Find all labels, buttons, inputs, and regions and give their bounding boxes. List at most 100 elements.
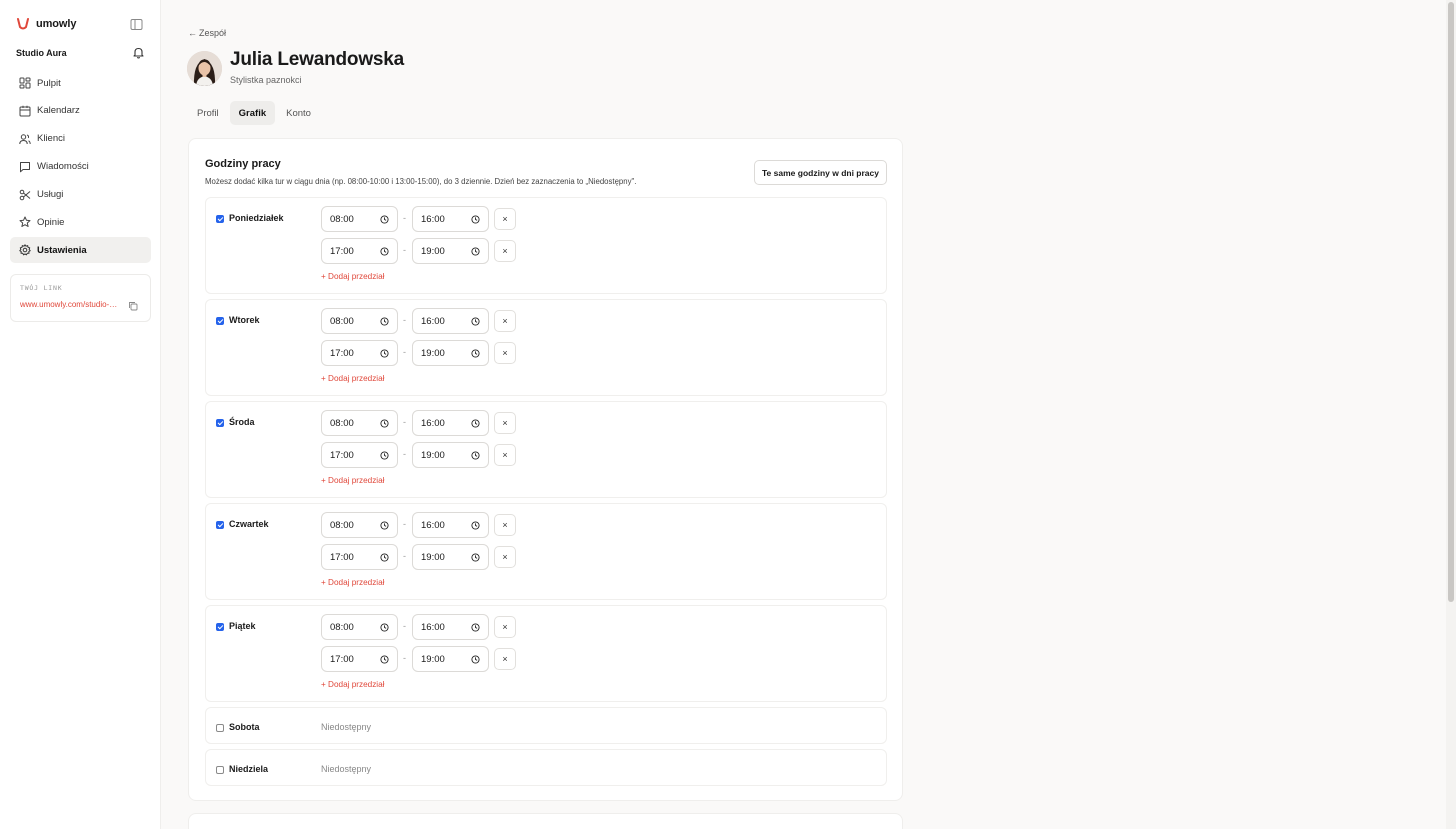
- time-value: 19:00: [421, 653, 445, 665]
- day-name: Niedziela: [229, 764, 269, 774]
- time-to-input[interactable]: 19:00: [412, 442, 489, 468]
- sidebar-item-ustawienia[interactable]: Ustawienia: [10, 237, 151, 264]
- clock-icon: [471, 451, 480, 460]
- time-value: 17:00: [330, 551, 354, 563]
- time-from-input[interactable]: 17:00: [321, 238, 398, 264]
- time-from-input[interactable]: 08:00: [321, 206, 398, 232]
- remove-range-button[interactable]: ×: [494, 616, 516, 638]
- back-link[interactable]: ← Zespół: [188, 28, 226, 38]
- remove-range-button[interactable]: ×: [494, 240, 516, 262]
- clock-icon: [380, 419, 389, 428]
- time-to-input[interactable]: 19:00: [412, 544, 489, 570]
- add-range-link[interactable]: + Dodaj przedział: [321, 272, 385, 281]
- day-checkbox[interactable]: [216, 724, 224, 732]
- day-checkbox[interactable]: [216, 215, 224, 223]
- range-separator: -: [403, 653, 406, 663]
- time-value: 16:00: [421, 621, 445, 633]
- share-link-url[interactable]: www.umowly.com/studio-aura: [20, 300, 120, 309]
- time-value: 19:00: [421, 551, 445, 563]
- range-separator: -: [403, 621, 406, 631]
- time-value: 19:00: [421, 245, 445, 257]
- day-checkbox[interactable]: [216, 521, 224, 529]
- range-separator: -: [403, 551, 406, 561]
- clock-icon: [380, 553, 389, 562]
- clock-icon: [380, 317, 389, 326]
- sidebar-item-label: Kalendarz: [37, 105, 80, 117]
- day-name: Środa: [229, 417, 255, 427]
- clock-icon: [471, 215, 480, 224]
- time-from-input[interactable]: 17:00: [321, 544, 398, 570]
- add-range-link[interactable]: + Dodaj przedział: [321, 476, 385, 485]
- time-to-input[interactable]: 19:00: [412, 238, 489, 264]
- range-separator: -: [403, 315, 406, 325]
- remove-range-button[interactable]: ×: [494, 208, 516, 230]
- clock-icon: [471, 521, 480, 530]
- sidebar-item-kalendarz[interactable]: Kalendarz: [10, 98, 151, 124]
- sidebar-item-label: Usługi: [37, 189, 64, 201]
- day-name: Poniedziałek: [229, 213, 284, 223]
- time-from-input[interactable]: 17:00: [321, 442, 398, 468]
- remove-range-button[interactable]: ×: [494, 342, 516, 364]
- sidebar: umowly Studio Aura Pulpit Kalendarz Klie…: [0, 0, 161, 829]
- time-from-input[interactable]: 17:00: [321, 340, 398, 366]
- day-checkbox[interactable]: [216, 317, 224, 325]
- range-separator: -: [403, 519, 406, 529]
- day-row: Sobota Niedostępny: [205, 707, 887, 744]
- time-from-input[interactable]: 08:00: [321, 512, 398, 538]
- sidebar-item-klienci[interactable]: Klienci: [10, 126, 151, 152]
- sidebar-item-opinie[interactable]: Opinie: [10, 209, 151, 235]
- time-value: 19:00: [421, 449, 445, 461]
- time-to-input[interactable]: 16:00: [412, 308, 489, 334]
- time-value: 17:00: [330, 347, 354, 359]
- clock-icon: [471, 247, 480, 256]
- bell-icon[interactable]: [132, 46, 145, 59]
- remove-range-button[interactable]: ×: [494, 310, 516, 332]
- tab-konto[interactable]: Konto: [277, 101, 320, 125]
- time-to-input[interactable]: 16:00: [412, 206, 489, 232]
- tab-profil[interactable]: Profil: [188, 101, 228, 125]
- next-card: [188, 813, 903, 829]
- remove-range-button[interactable]: ×: [494, 514, 516, 536]
- day-row: Poniedziałek 08:00 - 16:00 × 17:00 - 19:00 × + Do…: [205, 197, 887, 294]
- sidebar-item-label: Klienci: [37, 133, 65, 145]
- add-range-link[interactable]: + Dodaj przedział: [321, 680, 385, 689]
- time-from-input[interactable]: 08:00: [321, 308, 398, 334]
- time-to-input[interactable]: 19:00: [412, 340, 489, 366]
- time-to-input[interactable]: 16:00: [412, 614, 489, 640]
- sidebar-collapse-icon[interactable]: [130, 18, 143, 31]
- page-title: Julia Lewandowska: [230, 49, 404, 70]
- copy-icon[interactable]: [128, 301, 138, 311]
- clock-icon: [380, 521, 389, 530]
- remove-range-button[interactable]: ×: [494, 648, 516, 670]
- tab-grafik[interactable]: Grafik: [229, 101, 276, 125]
- time-from-input[interactable]: 17:00: [321, 646, 398, 672]
- scrollbar-thumb[interactable]: [1448, 2, 1454, 602]
- remove-range-button[interactable]: ×: [494, 412, 516, 434]
- sidebar-item-uslugi[interactable]: Usługi: [10, 182, 151, 208]
- time-value: 16:00: [421, 417, 445, 429]
- add-range-link[interactable]: + Dodaj przedział: [321, 578, 385, 587]
- scissors-icon: [19, 189, 31, 200]
- clock-icon: [471, 623, 480, 632]
- day-checkbox[interactable]: [216, 419, 224, 427]
- time-value: 08:00: [330, 213, 354, 225]
- sidebar-item-pulpit[interactable]: Pulpit: [10, 70, 151, 96]
- avatar: [187, 51, 222, 86]
- time-from-input[interactable]: 08:00: [321, 614, 398, 640]
- time-value: 16:00: [421, 315, 445, 327]
- time-to-input[interactable]: 16:00: [412, 512, 489, 538]
- sidebar-item-wiadomosci[interactable]: Wiadomości: [10, 154, 151, 180]
- clock-icon: [380, 451, 389, 460]
- remove-range-button[interactable]: ×: [494, 444, 516, 466]
- time-to-input[interactable]: 16:00: [412, 410, 489, 436]
- brand[interactable]: umowly: [16, 17, 76, 31]
- avatar-image: [187, 51, 222, 86]
- same-hours-button[interactable]: Te same godziny w dni pracy: [754, 160, 887, 185]
- time-from-input[interactable]: 08:00: [321, 410, 398, 436]
- day-checkbox[interactable]: [216, 766, 224, 774]
- time-to-input[interactable]: 19:00: [412, 646, 489, 672]
- day-checkbox[interactable]: [216, 623, 224, 631]
- remove-range-button[interactable]: ×: [494, 546, 516, 568]
- add-range-link[interactable]: + Dodaj przedział: [321, 374, 385, 383]
- brand-name: umowly: [36, 18, 77, 30]
